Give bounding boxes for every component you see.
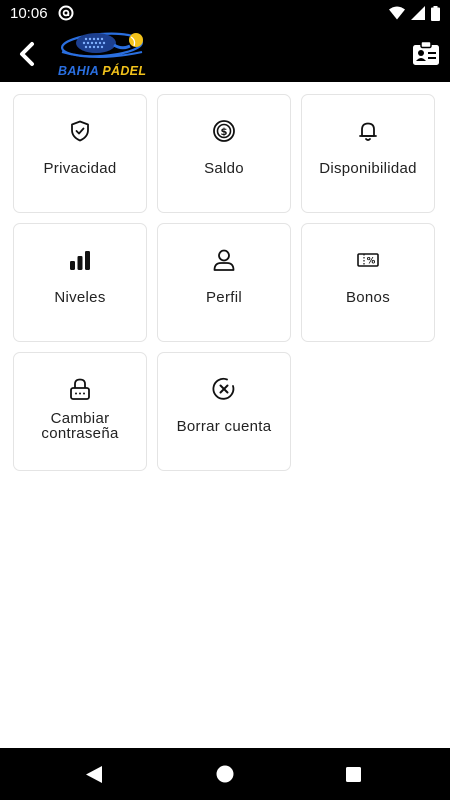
settings-menu-grid: Privacidad $ Saldo Disponibilidad Nivele…	[13, 94, 437, 471]
nav-back-icon[interactable]	[86, 766, 102, 783]
chevron-left-icon[interactable]	[14, 40, 40, 68]
menu-card-label: Disponibilidad	[319, 160, 417, 177]
padel-racket-logo-icon	[60, 32, 144, 58]
lock-password-icon	[70, 378, 90, 400]
status-bar: 10:06	[0, 0, 450, 26]
menu-card-saldo[interactable]: $ Saldo	[157, 94, 291, 213]
system-navigation-bar	[0, 748, 450, 800]
signal-icon	[411, 6, 425, 20]
contact-card-icon[interactable]	[412, 40, 440, 68]
svg-text:$: $	[221, 127, 228, 138]
status-icons	[389, 5, 440, 21]
battery-icon	[431, 5, 440, 21]
menu-card-niveles[interactable]: Niveles	[13, 223, 147, 342]
close-circle-icon	[212, 377, 235, 400]
menu-card-privacidad[interactable]: Privacidad	[13, 94, 147, 213]
logo-text: BAHIA PÁDEL	[58, 64, 146, 78]
menu-card-bonos[interactable]: % Bonos	[301, 223, 435, 342]
menu-card-label: Bonos	[345, 289, 391, 306]
logo-text-secondary: PÁDEL	[102, 64, 147, 78]
user-icon	[213, 249, 235, 271]
menu-card-borrar-cuenta[interactable]: Borrar cuenta	[157, 352, 291, 471]
nav-home-icon[interactable]	[216, 765, 234, 783]
menu-card-label: Niveles	[54, 289, 106, 306]
wifi-icon	[389, 6, 405, 20]
menu-card-cambiar-contrasena[interactable]: Cambiar contraseña	[13, 352, 147, 471]
menu-card-label: Perfil	[206, 289, 242, 306]
menu-card-label: Privacidad	[43, 160, 117, 177]
app-header: BAHIA PÁDEL	[0, 26, 450, 82]
shield-check-icon	[71, 120, 89, 142]
menu-card-label: Cambiar contraseña	[41, 410, 119, 442]
menu-card-label: Saldo	[204, 160, 244, 177]
coin-dollar-icon: $	[213, 120, 235, 142]
bell-icon	[359, 122, 377, 141]
logo-text-primary: BAHIA	[58, 64, 103, 78]
status-time: 10:06	[10, 4, 48, 22]
bar-chart-icon	[70, 251, 90, 270]
app-logo: BAHIA PÁDEL	[56, 28, 148, 80]
menu-card-disponibilidad[interactable]: Disponibilidad	[301, 94, 435, 213]
at-sign-icon	[58, 5, 74, 21]
ticket-percent-icon: %	[357, 253, 379, 267]
menu-card-label: Borrar cuenta	[176, 418, 272, 435]
svg-text:%: %	[367, 257, 376, 267]
nav-recents-icon[interactable]	[346, 767, 361, 782]
menu-card-perfil[interactable]: Perfil	[157, 223, 291, 342]
